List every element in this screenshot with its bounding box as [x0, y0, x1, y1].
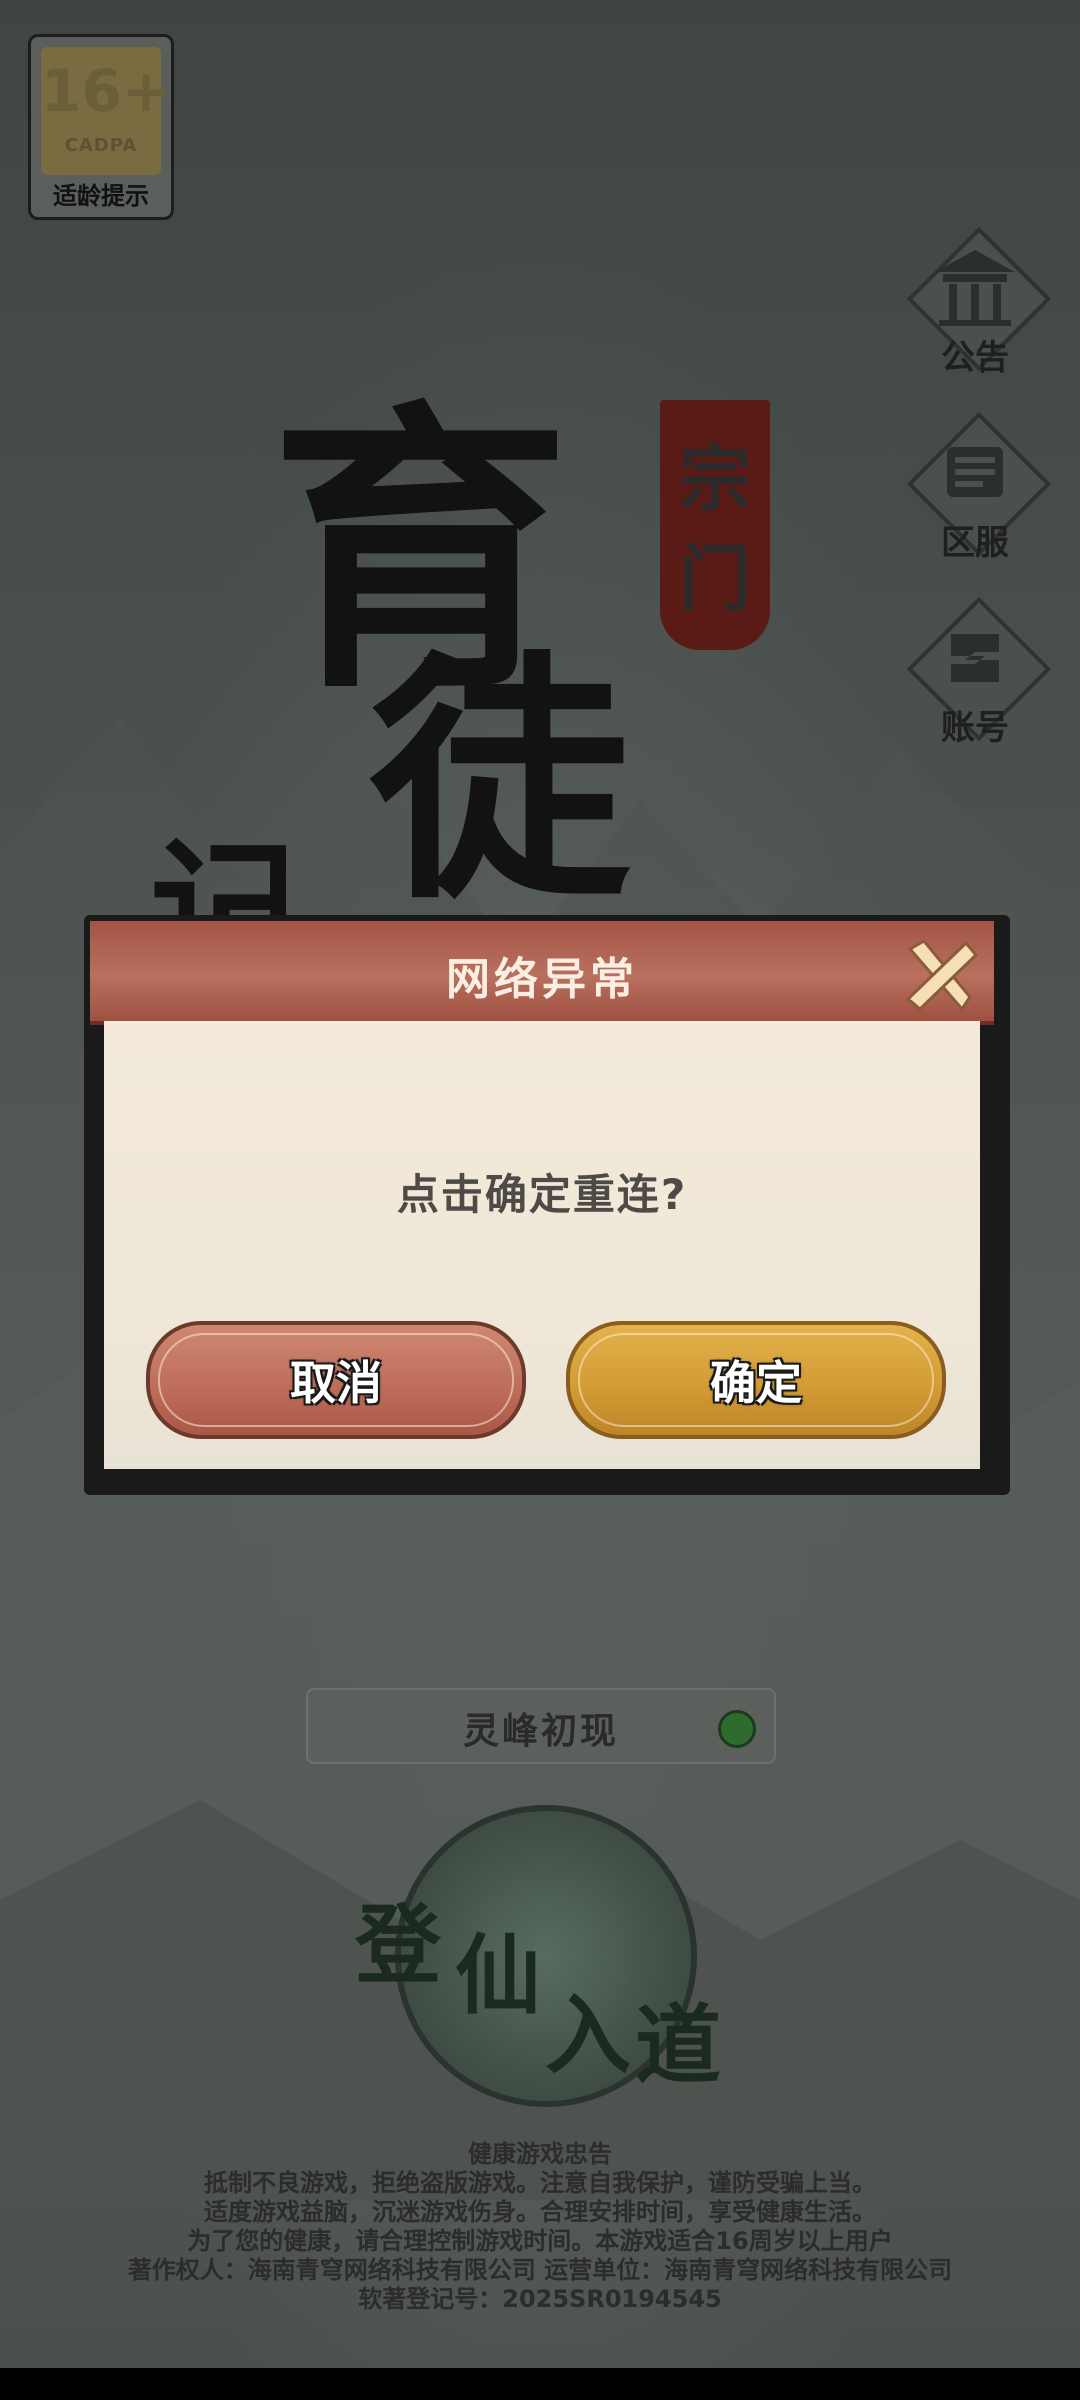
- enter-char: 仙: [455, 1925, 541, 2026]
- pavilion-icon: [935, 250, 1015, 326]
- dialog-message: 点击确定重连?: [396, 1170, 688, 1219]
- age-rating-badge[interactable]: 16+ CADPA 适龄提示: [28, 34, 174, 220]
- scroll-icon: [947, 447, 1003, 497]
- age-rating-number: 16+: [41, 57, 171, 125]
- server-select-button[interactable]: 区服: [890, 411, 1060, 565]
- health-notice-heading: 健康游戏忠告: [468, 2140, 612, 2168]
- confirm-button-label: 确定: [710, 1356, 802, 1410]
- server-name: 灵峰初现: [462, 1711, 619, 1752]
- server-selector[interactable]: 灵峰初现: [306, 1688, 776, 1764]
- health-notice-line: 为了您的健康，请合理控制游戏时间。本游戏适合16周岁以上用户: [187, 2227, 893, 2255]
- cancel-button-label: 取消: [290, 1356, 382, 1410]
- account-icon: [951, 634, 999, 682]
- server-select-label: 区服: [941, 523, 1009, 563]
- server-status-icon: [718, 1710, 756, 1748]
- title-char: 徒: [370, 629, 630, 934]
- seal-char: 门: [678, 536, 751, 621]
- health-notice-line: 适度游戏益脑，沉迷游戏伤身。合理安排时间，享受健康生活。: [204, 2198, 876, 2226]
- enter-char: 入: [545, 1985, 631, 2086]
- confirm-button[interactable]: 确定: [566, 1321, 946, 1439]
- close-icon[interactable]: [896, 931, 984, 1019]
- announcement-label: 公告: [941, 338, 1009, 378]
- account-button[interactable]: 账号: [890, 596, 1060, 750]
- enter-char: 道: [635, 1995, 721, 2096]
- dialog-title: 网络异常: [446, 954, 638, 1005]
- bottom-system-bar: [0, 2368, 1080, 2400]
- announcement-button[interactable]: 公告: [890, 226, 1060, 380]
- account-label: 账号: [941, 708, 1009, 748]
- network-error-dialog: 网络异常 点击确定重连? 取消 确定: [84, 915, 1010, 1495]
- health-notice-line: 抵制不良游戏，拒绝盗版游戏。注意自我保护，谨防受骗上当。: [204, 2169, 876, 2197]
- dialog-body: 点击确定重连? 取消 确定: [104, 1021, 980, 1469]
- title-seal: 宗 门: [660, 400, 770, 650]
- enter-char: 登: [355, 1895, 441, 1996]
- enter-game-button[interactable]: 登 仙 入 道: [345, 1805, 735, 2107]
- age-rating-org: CADPA: [64, 135, 138, 156]
- copyright-line: 著作权人：海南青穹网络科技有限公司 运营单位：海南青穹网络科技有限公司: [127, 2256, 953, 2284]
- seal-char: 宗: [678, 436, 751, 521]
- dialog-header: 网络异常: [90, 921, 994, 1025]
- software-registration-line: 软著登记号：2025SR0194545: [358, 2285, 722, 2313]
- cancel-button[interactable]: 取消: [146, 1321, 526, 1439]
- age-rating-box: 16+ CADPA: [41, 47, 171, 175]
- age-rating-caption: 适龄提示: [53, 182, 149, 210]
